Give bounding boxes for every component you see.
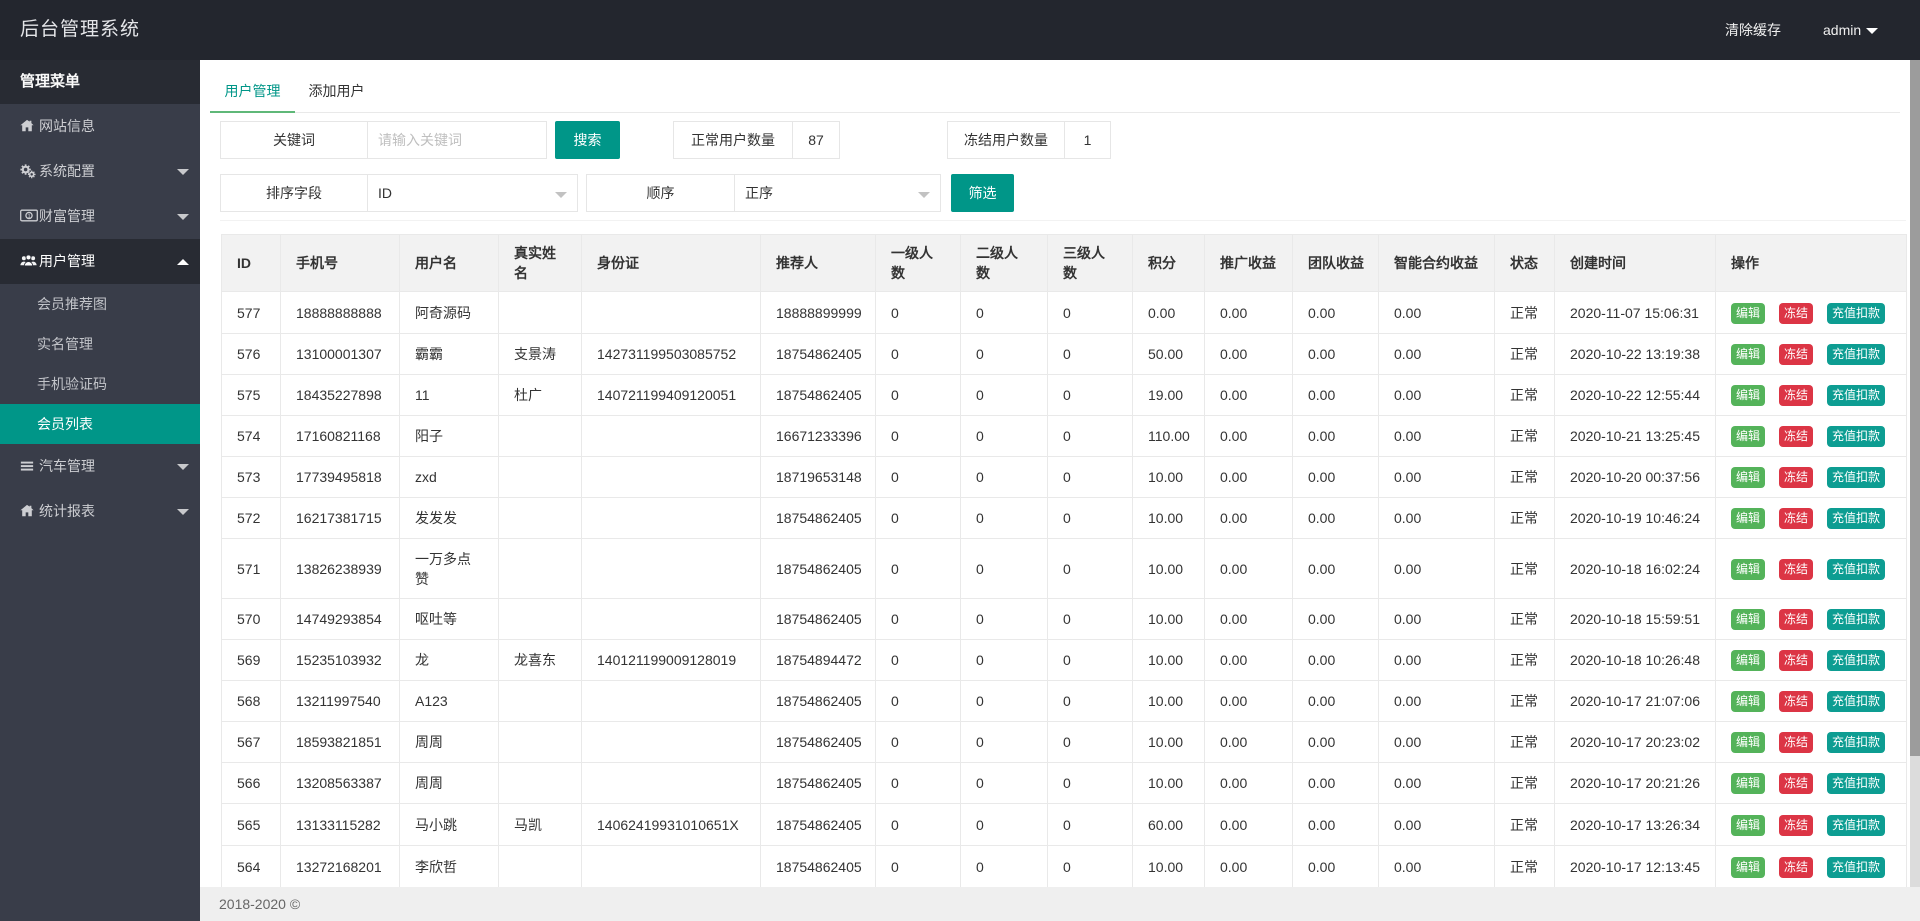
svg-text:1: 1 [27,213,31,220]
